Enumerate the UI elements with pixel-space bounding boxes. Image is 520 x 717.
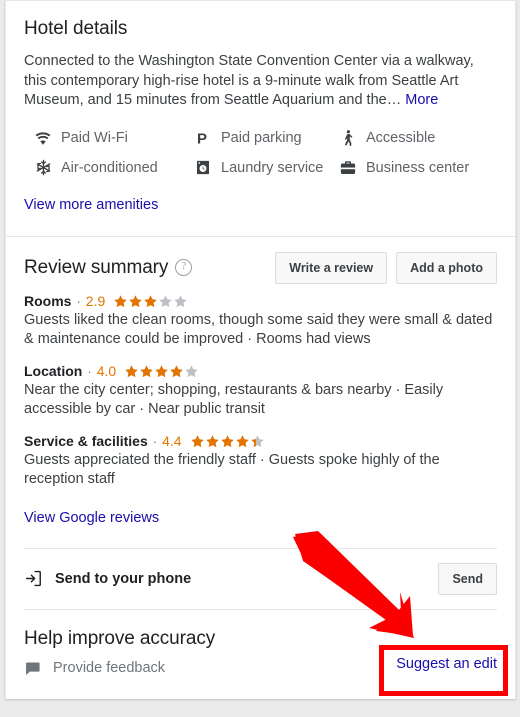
category-name: Rooms — [24, 292, 72, 309]
suggest-an-edit-highlight-box — [379, 645, 508, 696]
category-score: 4.0 — [96, 362, 117, 379]
amenity-label: Business center — [366, 159, 470, 176]
add-a-photo-button[interactable]: Add a photo — [396, 251, 497, 284]
amenity-label: Air-conditioned — [61, 159, 158, 176]
view-more-amenities-link[interactable]: View more amenities — [24, 197, 158, 213]
hotel-details-title: Hotel details — [24, 18, 128, 39]
star — [124, 364, 139, 379]
separator-dot: · — [87, 363, 92, 379]
provide-feedback-row[interactable]: Provide feedback — [24, 660, 396, 677]
amenity-label: Paid parking — [221, 129, 302, 146]
accessible-icon — [339, 129, 357, 147]
amenity-label: Laundry service — [221, 159, 324, 176]
review-summary-header: Review summary ? Write a review Add a ph… — [24, 251, 497, 284]
help-improve-title: Help improve accuracy — [24, 627, 216, 649]
question-mark-icon[interactable]: ? — [175, 259, 193, 276]
snowflake-icon — [34, 159, 52, 177]
briefcase-icon — [339, 159, 357, 177]
amenity-paid-wifi: Paid Wi-Fi — [34, 129, 194, 147]
hotel-details-description: Connected to the Washington State Conven… — [24, 52, 497, 111]
star — [154, 364, 169, 379]
feedback-icon — [24, 660, 41, 677]
star — [235, 434, 250, 449]
star — [158, 294, 173, 309]
parking-icon: P — [194, 129, 212, 146]
star — [184, 364, 199, 379]
star-rating — [190, 434, 265, 449]
star — [139, 364, 154, 379]
send-to-phone-row: Send to your phone Send — [6, 549, 515, 609]
review-summary-section: Review summary ? Write a review Add a ph… — [6, 237, 515, 548]
amenity-laundry-service: Laundry service — [194, 159, 339, 177]
write-a-review-button[interactable]: Write a review — [275, 251, 388, 284]
star — [113, 294, 128, 309]
star — [169, 364, 184, 379]
amenity-business-center: Business center — [339, 159, 497, 177]
category-description: Guests appreciated the friendly staff · … — [24, 451, 440, 488]
amenity-label: Accessible — [366, 129, 436, 146]
review-actions: Write a review Add a photo — [275, 251, 497, 284]
send-button[interactable]: Send — [438, 562, 497, 595]
separator-dot: · — [152, 433, 158, 449]
star — [220, 434, 235, 449]
separator-dot: · — [76, 293, 81, 309]
send-to-phone-label: Send to your phone — [55, 570, 192, 587]
view-google-reviews-link[interactable]: View Google reviews — [24, 510, 159, 526]
provide-feedback-label: Provide feedback — [53, 660, 166, 676]
wifi-icon — [34, 129, 52, 147]
review-category-service-facilities: Service & facilities · 4.4 Guests apprec… — [24, 433, 497, 490]
star-rating — [113, 294, 188, 309]
amenity-air-conditioned: Air-conditioned — [34, 159, 194, 177]
star — [143, 294, 158, 309]
more-link[interactable]: More — [405, 92, 438, 108]
category-score: 4.4 — [162, 432, 182, 449]
category-description: Near the city center; shopping, restaura… — [24, 381, 444, 418]
category-name: Service & facilities — [24, 432, 148, 449]
amenity-paid-parking: P Paid parking — [194, 129, 339, 147]
star-rating — [124, 364, 199, 379]
star — [250, 434, 265, 449]
star — [205, 434, 220, 449]
review-category-location: Location · 4.0 Near the city center; sho… — [24, 363, 497, 420]
hotel-info-card: Hotel details Connected to the Washingto… — [5, 0, 516, 699]
category-description: Guests liked the clean rooms, though som… — [24, 311, 493, 348]
review-category-rooms: Rooms · 2.9 Guests liked the clean rooms… — [24, 293, 497, 350]
svg-text:P: P — [197, 130, 207, 146]
amenity-label: Paid Wi-Fi — [61, 129, 128, 146]
amenity-accessible: Accessible — [339, 129, 497, 147]
category-name: Location — [24, 362, 83, 379]
screenshot-root: Hotel details Connected to the Washingto… — [0, 0, 520, 717]
review-summary-title: Review summary — [24, 256, 169, 278]
star — [190, 434, 205, 449]
hotel-details-section: Hotel details Connected to the Washingto… — [6, 1, 515, 236]
star — [128, 294, 143, 309]
laundry-icon — [194, 159, 212, 177]
send-to-device-icon — [24, 569, 43, 588]
star — [173, 294, 188, 309]
category-score: 2.9 — [85, 292, 106, 309]
amenities-grid: Paid Wi-Fi P Paid parking Accessible Air… — [24, 129, 497, 177]
